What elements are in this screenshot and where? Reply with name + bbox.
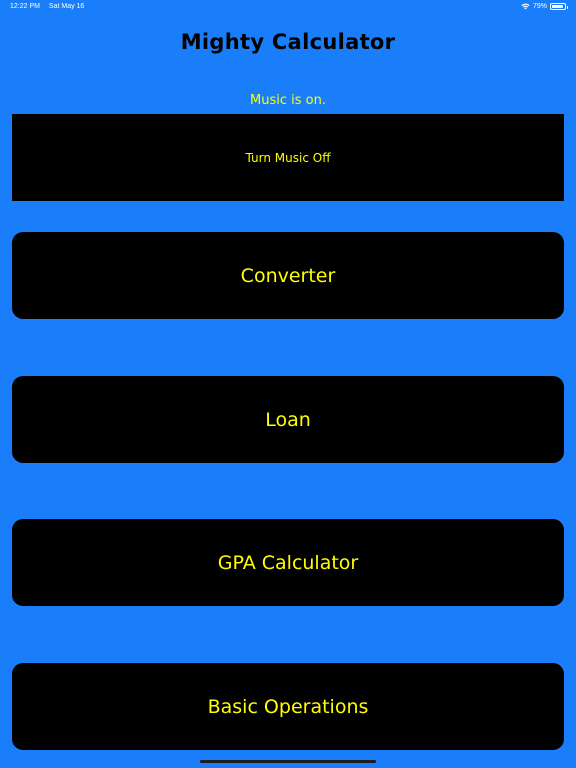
- basic-operations-button-label: Basic Operations: [207, 695, 369, 718]
- gpa-calculator-button[interactable]: GPA Calculator: [12, 519, 564, 606]
- status-time: 12:22 PM: [10, 3, 40, 10]
- app-title: Mighty Calculator: [180, 30, 396, 54]
- status-right: 79%: [521, 3, 568, 10]
- gpa-calculator-button-label: GPA Calculator: [217, 551, 359, 574]
- basic-operations-button[interactable]: Basic Operations: [12, 663, 564, 750]
- loan-button-label: Loan: [265, 408, 311, 431]
- loan-button[interactable]: Loan: [12, 376, 564, 463]
- status-bar: 12:22 PM Sat May 16 79%: [0, 0, 576, 14]
- status-date: Sat May 16: [48, 3, 85, 10]
- music-toggle-label: Turn Music Off: [245, 150, 331, 165]
- battery-percentage: 79%: [532, 3, 547, 10]
- app-screen: 12:22 PM Sat May 16 79% Mighty Calculato…: [0, 0, 576, 768]
- home-indicator[interactable]: [200, 760, 376, 763]
- music-status-label: Music is on.: [250, 93, 326, 108]
- wifi-icon: [521, 3, 530, 10]
- status-left: 12:22 PM Sat May 16: [10, 3, 91, 10]
- battery-icon: [550, 3, 568, 10]
- converter-button[interactable]: Converter: [12, 232, 564, 319]
- turn-music-off-button[interactable]: Turn Music Off: [12, 114, 564, 201]
- converter-button-label: Converter: [240, 264, 336, 287]
